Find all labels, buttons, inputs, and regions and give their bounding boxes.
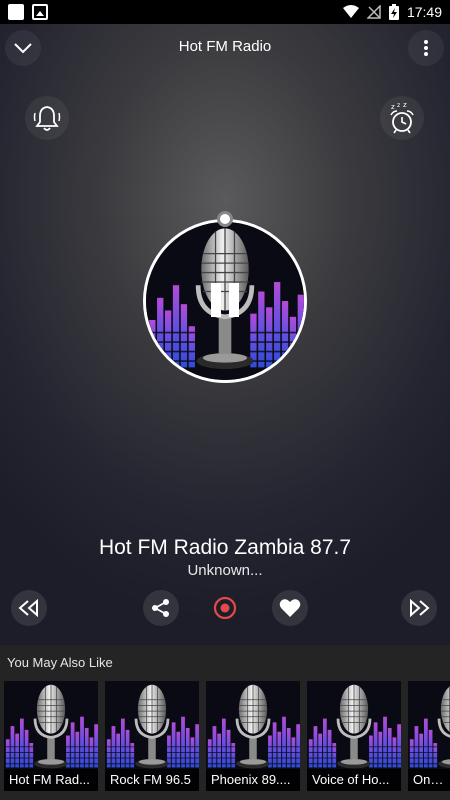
- station-thumbnail: [206, 681, 300, 775]
- svg-text:z: z: [403, 101, 407, 109]
- battery-charging-icon: [388, 4, 399, 20]
- previous-button[interactable]: [11, 590, 47, 626]
- station-thumbnail: [4, 681, 98, 775]
- now-playing-text: Unknown...: [187, 562, 263, 579]
- station-artwork[interactable]: [143, 211, 307, 383]
- app-notification-icon: [8, 4, 24, 20]
- station-card-label: Rock FM 96.5: [105, 769, 199, 791]
- next-button[interactable]: [401, 590, 437, 626]
- sleep-timer-button[interactable]: z z z: [380, 96, 424, 140]
- station-card-label: Hot FM Rad...: [4, 769, 98, 791]
- more-vert-icon: [424, 40, 428, 56]
- player-screen: 17:49 Hot FM Radio z z z Hot FM Radio Za…: [0, 0, 450, 800]
- heart-icon: [279, 599, 301, 617]
- station-card[interactable]: Rock FM 96.5: [105, 681, 199, 791]
- alarm-clock-zzz-icon: z z z: [390, 101, 414, 134]
- station-thumbnail: [105, 681, 199, 775]
- svg-text:z: z: [391, 103, 395, 111]
- favorite-button[interactable]: [272, 590, 308, 626]
- status-icons: 17:49: [342, 3, 442, 21]
- status-bar: 17:49: [0, 0, 450, 24]
- clock: 17:49: [406, 4, 442, 20]
- fast-forward-icon: [410, 599, 430, 617]
- more-options-button[interactable]: [408, 30, 444, 66]
- suggestions-section: You May Also Like Hot FM Rad... Rock FM …: [0, 645, 450, 800]
- signal-icon: [366, 5, 381, 19]
- station-card-label: One L: [408, 769, 450, 791]
- svg-text:z: z: [397, 102, 400, 109]
- page-title: Hot FM Radio: [178, 38, 272, 55]
- station-thumbnail: [307, 681, 401, 775]
- rewind-icon: [18, 599, 38, 617]
- station-card[interactable]: One L: [408, 681, 450, 791]
- header: Hot FM Radio: [0, 24, 450, 72]
- image-notification-icon: [32, 4, 48, 20]
- station-card[interactable]: Phoenix 89....: [206, 681, 300, 791]
- station-card[interactable]: Hot FM Rad...: [4, 681, 98, 791]
- station-card[interactable]: Voice of Ho...: [307, 681, 401, 791]
- station-name: Hot FM Radio Zambia 87.7: [98, 536, 352, 559]
- pause-icon[interactable]: [209, 283, 241, 317]
- record-icon: [213, 596, 237, 620]
- station-card-label: Voice of Ho...: [307, 769, 401, 791]
- station-thumbnail: [408, 681, 450, 775]
- share-button[interactable]: [143, 590, 179, 626]
- suggestions-title: You May Also Like: [7, 655, 113, 670]
- record-button[interactable]: [207, 590, 243, 626]
- station-card-label: Phoenix 89....: [206, 769, 300, 791]
- notification-bell-button[interactable]: [25, 96, 69, 140]
- bell-icon: [33, 106, 61, 131]
- share-icon: [152, 599, 169, 617]
- wifi-icon: [342, 5, 359, 18]
- progress-knob[interactable]: [217, 211, 233, 227]
